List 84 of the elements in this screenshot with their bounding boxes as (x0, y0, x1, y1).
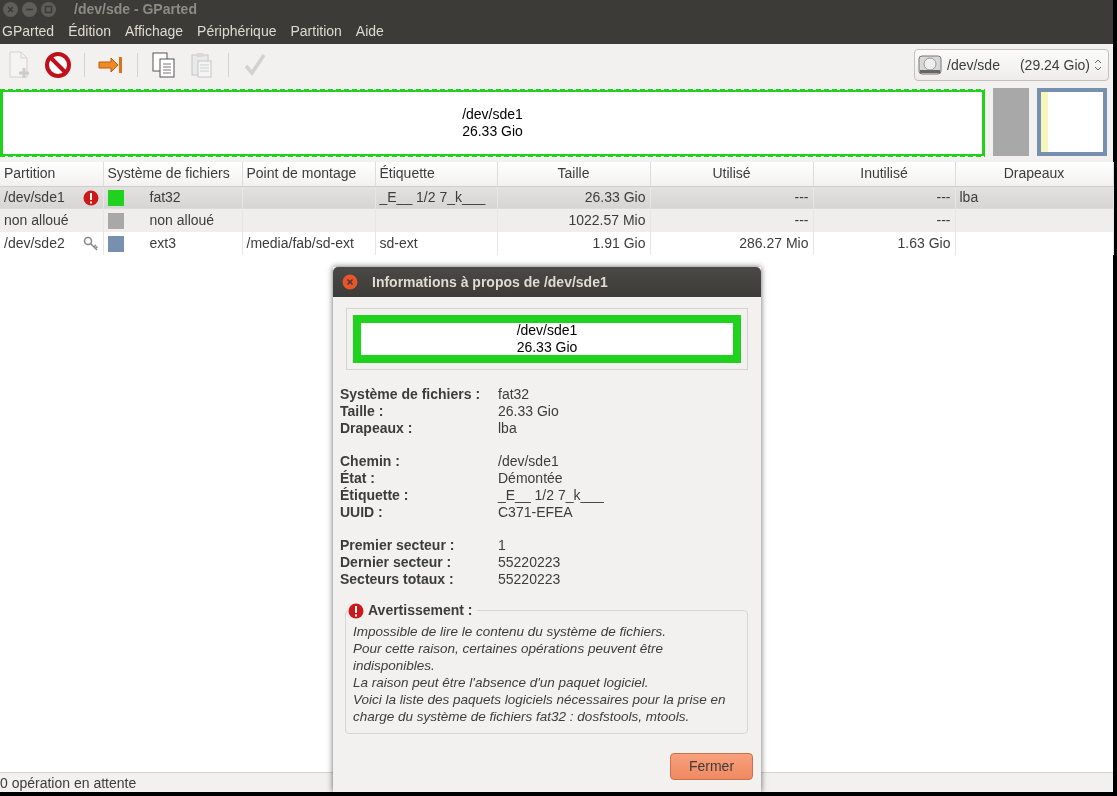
table-cell-text: /dev/sde2 (4, 234, 65, 253)
field-value: C371-EFEA (498, 504, 573, 521)
column-header[interactable]: Inutilisé (813, 162, 955, 186)
partition-size: 26.33 Gio (462, 123, 523, 140)
column-header[interactable]: Taille (497, 162, 650, 186)
menu-item[interactable]: Périphérique (197, 20, 291, 42)
table-cell: --- (936, 189, 951, 206)
table-cell-text: non alloué (4, 211, 69, 230)
partition-segment[interactable]: /dev/sde1 26.33 Gio (0, 89, 985, 157)
table-cell: sd-ext (379, 235, 418, 251)
table-cell: --- (794, 212, 809, 228)
menu-item[interactable]: GParted (2, 20, 69, 42)
warning-text: La raison peut être l'absence d'un paquet logiciel. (353, 674, 650, 691)
field-value: lba (498, 420, 517, 437)
field-label: Secteurs totaux : (340, 571, 455, 588)
table-cell-text: non alloué (149, 211, 215, 230)
field-label: UUID : (340, 504, 384, 521)
table-cell: _E__ 1/2 7_k___ (379, 189, 486, 206)
window-title: /dev/sde - GParted (74, 0, 197, 19)
field-value: 26.33 Gio (498, 403, 559, 420)
warning-text: Voici la liste des paquets logiciels nécessaires pour la prise en charge du système de fichiers fat32 : dosfstools, mtools. (353, 691, 727, 725)
column-header[interactable]: Partition (0, 162, 103, 186)
close-icon (346, 278, 354, 286)
partition-name: /dev/sde1 (516, 322, 578, 339)
table-cell-text: fat32 (149, 188, 181, 208)
field-label: Drapeaux : (340, 420, 414, 437)
warning-text: Pour cette raison, certaines opérations peuvent être indisponibles. (353, 640, 664, 674)
field-label: Premier secteur : (340, 537, 456, 554)
minimize-icon (25, 8, 34, 10)
table-cell: --- (794, 189, 809, 206)
close-button[interactable] (3, 1, 18, 17)
menu-item[interactable]: Affichage (124, 20, 198, 42)
menu-item[interactable]: Partition (290, 20, 356, 42)
warning-text: Impossible de lire le contenu du système de fichiers. (353, 623, 667, 640)
minimize-button[interactable] (22, 1, 37, 17)
field-value: /dev/sde1 (498, 453, 559, 470)
unallocated-segment[interactable] (993, 88, 1029, 156)
table-cell: --- (936, 212, 951, 228)
maximize-icon (44, 5, 53, 13)
device-selector[interactable]: /dev/sde (29.24 Gio) (914, 49, 1109, 81)
toolbar-button[interactable] (42, 49, 74, 81)
partition-segment[interactable] (1037, 88, 1107, 156)
column-header[interactable]: Point de montage (242, 162, 375, 186)
maximize-button[interactable] (41, 1, 56, 17)
field-value: _E__ 1/2 7_k___ (498, 487, 604, 504)
field-label: Dernier secteur : (340, 554, 453, 571)
table-cell: 1022.57 Mio (568, 212, 646, 228)
partition-name: /dev/sde1 (462, 106, 523, 123)
field-value: 55220223 (498, 554, 561, 571)
field-label: État : (340, 470, 376, 487)
close-button[interactable]: Fermer (670, 753, 753, 780)
dialog-title: Informations à propos de /dev/sde1 (372, 272, 608, 292)
menu-item[interactable]: Aide (355, 20, 398, 42)
column-header[interactable]: Système de fichiers (103, 162, 242, 186)
column-header[interactable]: Drapeaux (955, 162, 1113, 186)
warning-icon (348, 602, 364, 619)
column-header[interactable]: Utilisé (650, 162, 813, 186)
warning-icon (82, 189, 99, 206)
table-cell: 1.91 Gio (592, 235, 646, 251)
table-cell-text: /dev/sde1 (4, 188, 65, 208)
table-cell: 1.63 Gio (897, 235, 951, 251)
partition-size: 26.33 Gio (516, 339, 578, 356)
hard-drive-icon (917, 52, 943, 78)
field-label: Taille : (340, 403, 385, 420)
field-value: 1 (498, 537, 506, 554)
key-icon (82, 235, 99, 252)
table-cell-text: ext3 (149, 234, 176, 253)
table-cell: 286.27 Mio (739, 235, 809, 251)
close-button[interactable] (342, 274, 358, 290)
warning-title: Avertissement : (368, 601, 473, 620)
field-value: fat32 (498, 386, 530, 403)
field-label: Système de fichiers : (340, 386, 482, 403)
spinner-arrows-icon (1094, 58, 1102, 72)
close-icon (7, 5, 14, 13)
field-label: Étiquette : (340, 487, 410, 504)
column-header[interactable]: Étiquette (375, 162, 497, 186)
no-entry-icon (42, 49, 74, 81)
table-cell: /media/fab/sd-ext (246, 235, 354, 251)
field-value: 55220223 (498, 571, 561, 588)
menu-item[interactable]: Édition (68, 20, 125, 42)
field-value: Démontée (498, 470, 563, 487)
table-cell: 26.33 Gio (584, 189, 646, 206)
table-cell: lba (959, 189, 979, 206)
field-label: Chemin : (340, 453, 401, 470)
